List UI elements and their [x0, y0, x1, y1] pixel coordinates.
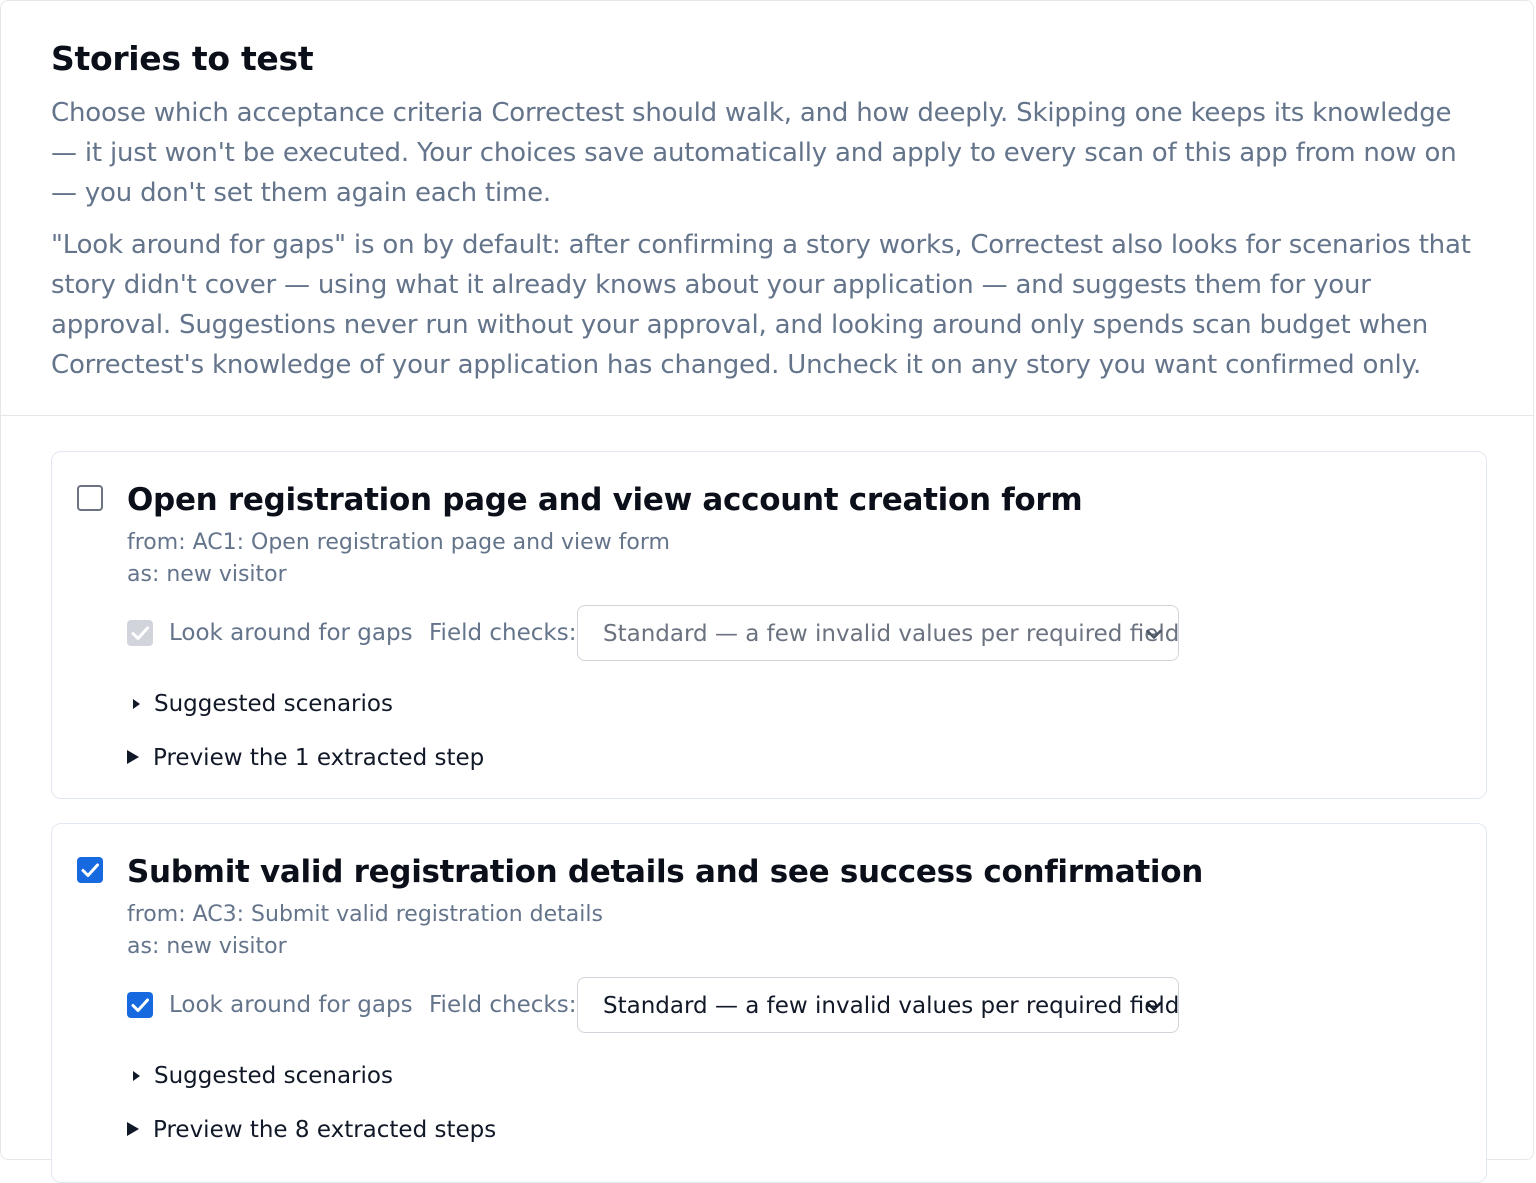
story-title: Submit valid registration details and se… — [127, 854, 1203, 890]
gaps-note-text: "Look around for gaps" is on by default:… — [51, 230, 1471, 380]
stories-panel: Stories to test Choose which acceptance … — [0, 0, 1534, 1183]
field-checks-select[interactable]: Standard — a few invalid values per requ… — [577, 977, 1179, 1033]
checkmark-icon — [131, 998, 149, 1012]
story-card: Open registration page and view account … — [51, 451, 1487, 799]
disclosure-triangle-icon — [127, 1122, 139, 1136]
intro-text: Choose which acceptance criteria Correct… — [51, 98, 1457, 208]
chevron-down-icon — [1146, 629, 1162, 639]
story-source: from: AC3: Submit valid registration det… — [127, 902, 603, 927]
page-title: Stories to test — [51, 39, 314, 78]
field-checks-value: Standard — a few invalid values per requ… — [603, 993, 1180, 1019]
story-persona: as: new visitor — [127, 562, 287, 587]
preview-steps-toggle[interactable]: Preview the 1 extracted step — [127, 742, 484, 774]
field-checks-value: Standard — a few invalid values per requ… — [603, 621, 1180, 647]
suggested-scenarios-toggle[interactable]: Suggested scenarios — [127, 688, 393, 720]
field-checks-label: Field checks: — [429, 992, 577, 1018]
checkmark-icon — [81, 863, 99, 877]
look-around-checkbox[interactable] — [127, 992, 153, 1018]
preview-steps-label: Preview the 1 extracted step — [153, 745, 485, 771]
disclosure-triangle-icon — [133, 1070, 140, 1081]
suggested-scenarios-toggle[interactable]: Suggested scenarios — [127, 1060, 393, 1092]
disclosure-triangle-icon — [133, 698, 140, 709]
story-select-checkbox[interactable] — [77, 485, 103, 511]
look-around-label: Look around for gaps — [169, 992, 413, 1018]
disclosure-triangle-icon — [127, 750, 139, 764]
story-title: Open registration page and view account … — [127, 482, 1083, 518]
story-persona: as: new visitor — [127, 934, 287, 959]
chevron-down-icon — [1146, 1001, 1162, 1011]
field-checks-select[interactable]: Standard — a few invalid values per requ… — [577, 605, 1179, 661]
checkmark-icon — [131, 626, 149, 640]
look-around-label: Look around for gaps — [169, 620, 413, 646]
preview-steps-toggle[interactable]: Preview the 8 extracted steps — [127, 1114, 496, 1146]
suggested-scenarios-label: Suggested scenarios — [154, 691, 393, 717]
look-around-checkbox[interactable] — [127, 620, 153, 646]
story-source: from: AC1: Open registration page and vi… — [127, 530, 670, 555]
story-select-checkbox[interactable] — [77, 857, 103, 883]
story-card: Submit valid registration details and se… — [51, 823, 1487, 1183]
preview-steps-label: Preview the 8 extracted steps — [153, 1117, 497, 1143]
panel-header: Stories to test Choose which acceptance … — [1, 1, 1533, 416]
field-checks-label: Field checks: — [429, 620, 577, 646]
suggested-scenarios-label: Suggested scenarios — [154, 1063, 393, 1089]
